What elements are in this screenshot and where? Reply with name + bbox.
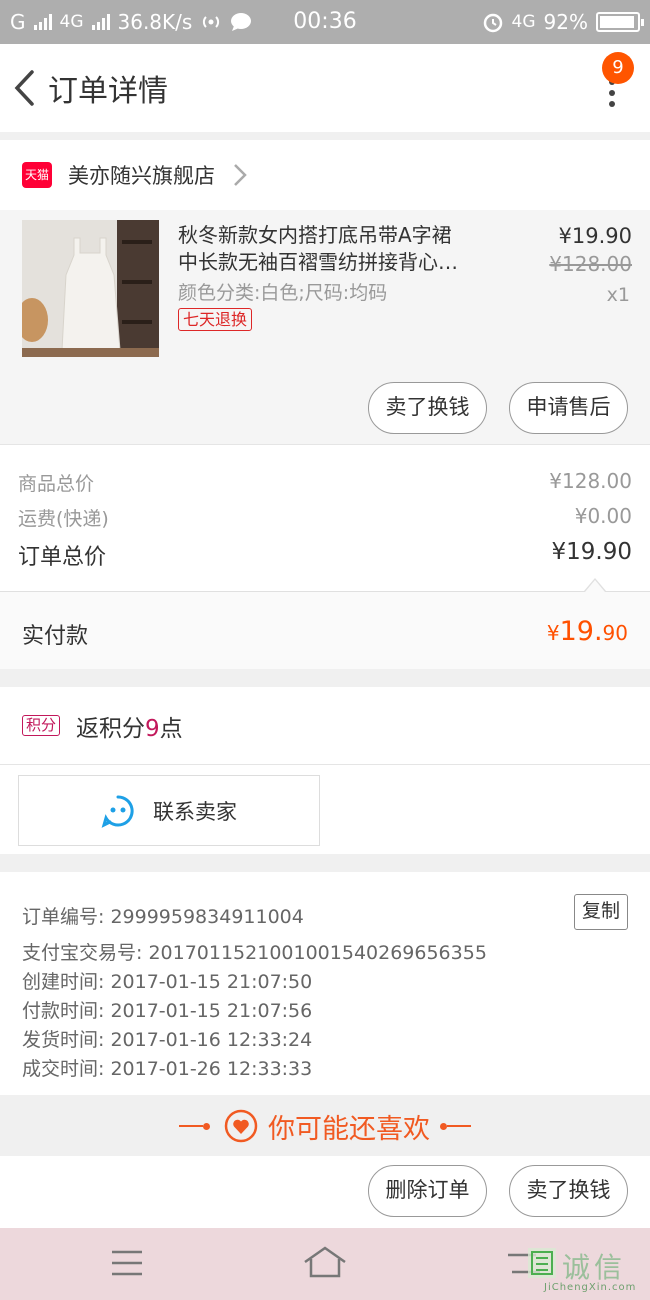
signal-icon-2	[91, 14, 110, 30]
completed-time: 成交时间: 2017-01-26 12:33:33	[22, 1058, 313, 1080]
caret-pointer	[584, 578, 606, 592]
watermark-text: 诚信	[562, 1251, 627, 1284]
status-bar: G 4G 36.8K/s 00:36 4G 92%	[0, 0, 650, 44]
tmall-logo: 天猫	[22, 162, 52, 188]
points-badge: 积分	[22, 715, 61, 736]
alarm-icon	[483, 13, 502, 33]
contact-seller-button[interactable]: 联系卖家	[18, 775, 320, 846]
chat-bubble-icon	[101, 794, 134, 828]
sell-for-cash-button[interactable]: 卖了换钱	[368, 382, 487, 434]
goods-total-value: ¥128.00	[549, 469, 632, 493]
amount-decimal: 90	[602, 621, 628, 645]
speed-label: 36.8K/s	[117, 10, 193, 34]
recommend-title: 你可能还喜欢	[268, 1113, 430, 1145]
amount-integer: 19.	[559, 616, 603, 647]
order-number: 订单编号: 2999959834911004	[22, 906, 304, 928]
points-prefix: 返积分	[76, 715, 146, 742]
product-title-line-2: 中长款无袖百褶雪纺拼接背心…	[178, 250, 458, 274]
store-row[interactable]: 天猫 美亦随兴旗舰店	[0, 140, 650, 210]
heart-icon	[224, 1109, 258, 1143]
nav-bar: 订单详情 9	[0, 44, 650, 132]
watermark-logo: 诚信 JiChengXin.com	[526, 1244, 648, 1296]
shipping-row: 运费(快递) ¥0.00	[18, 504, 632, 531]
goods-total-row: 商品总价 ¥128.00	[18, 469, 632, 496]
page-title: 订单详情	[48, 74, 168, 109]
shipped-time: 发货时间: 2017-01-16 12:33:24	[22, 1029, 313, 1051]
divider-right	[440, 1122, 471, 1130]
bottom-actions: 删除订单 卖了换钱	[0, 1156, 650, 1228]
product-price: ¥19.90	[558, 224, 632, 248]
network-label-2: 4G	[511, 12, 536, 32]
actual-payment-row: 实付款 ¥19.90	[0, 591, 650, 669]
return-policy-tag: 七天退换	[178, 308, 253, 331]
product-title-line-1: 秋冬新款女内搭打底吊带A字裙	[178, 223, 452, 247]
product-card[interactable]: 秋冬新款女内搭打底吊带A字裙 中长款无袖百褶雪纺拼接背心… 颜色分类:白色;尺码…	[0, 210, 650, 444]
created-time: 创建时间: 2017-01-15 21:07:50	[22, 971, 313, 993]
actual-payment-value: ¥19.90	[547, 616, 628, 647]
signal-icon	[33, 14, 52, 30]
hotspot-icon	[203, 16, 220, 28]
menu-icon[interactable]	[111, 1250, 143, 1276]
back-button[interactable]	[6, 68, 42, 108]
order-total-label: 订单总价	[18, 545, 107, 570]
store-name: 美亦随兴旗舰店	[68, 164, 215, 188]
order-info: 订单编号: 2999959834911004 复制 支付宝交易号: 201701…	[0, 872, 650, 1095]
goods-total-label: 商品总价	[18, 473, 95, 495]
product-spec: 颜色分类:白色;尺码:均码	[178, 282, 388, 304]
points-text: 返积分9点	[76, 709, 183, 743]
paid-time: 付款时间: 2017-01-15 21:07:56	[22, 1000, 313, 1022]
carrier-label: G	[10, 10, 26, 34]
battery-icon	[596, 12, 644, 32]
points-suffix: 点	[159, 715, 183, 742]
shipping-value: ¥0.00	[574, 504, 632, 528]
sell-for-cash-button-2[interactable]: 卖了换钱	[509, 1165, 628, 1217]
points-number: 9	[145, 715, 160, 742]
apply-aftersale-button[interactable]: 申请售后	[509, 382, 628, 434]
battery-percent: 92%	[543, 10, 588, 34]
product-quantity: x1	[606, 284, 630, 306]
divider-left	[179, 1122, 210, 1130]
chevron-right-icon	[234, 164, 247, 186]
chevron-left-icon	[14, 70, 34, 106]
order-total-row: 订单总价 ¥19.90	[18, 539, 632, 571]
product-original-price: ¥128.00	[549, 252, 632, 276]
alipay-trade-number: 支付宝交易号: 2017011521001001540269656355	[22, 942, 487, 964]
currency-symbol: ¥	[546, 621, 560, 645]
product-title[interactable]: 秋冬新款女内搭打底吊带A字裙 中长款无袖百褶雪纺拼接背心…	[178, 222, 508, 276]
recommend-header: 你可能还喜欢	[0, 1096, 650, 1156]
price-summary: 商品总价 ¥128.00 运费(快递) ¥0.00 订单总价 ¥19.90	[0, 444, 650, 591]
product-image[interactable]	[22, 220, 159, 357]
home-icon[interactable]	[303, 1246, 347, 1278]
notification-badge: 9	[602, 52, 634, 84]
points-row: 积分 返积分9点	[0, 687, 650, 764]
contact-section: 联系卖家	[0, 764, 650, 854]
delete-order-button[interactable]: 删除订单	[368, 1165, 487, 1217]
actual-payment-label: 实付款	[22, 624, 89, 649]
copy-button[interactable]: 复制	[574, 894, 628, 930]
network-label: 4G	[59, 12, 84, 32]
watermark-url: JiChengXin.com	[544, 1282, 637, 1293]
message-icon	[231, 13, 252, 31]
contact-seller-label: 联系卖家	[153, 799, 237, 824]
shipping-label: 运费(快递)	[18, 508, 109, 530]
order-total-value: ¥19.90	[551, 539, 632, 565]
